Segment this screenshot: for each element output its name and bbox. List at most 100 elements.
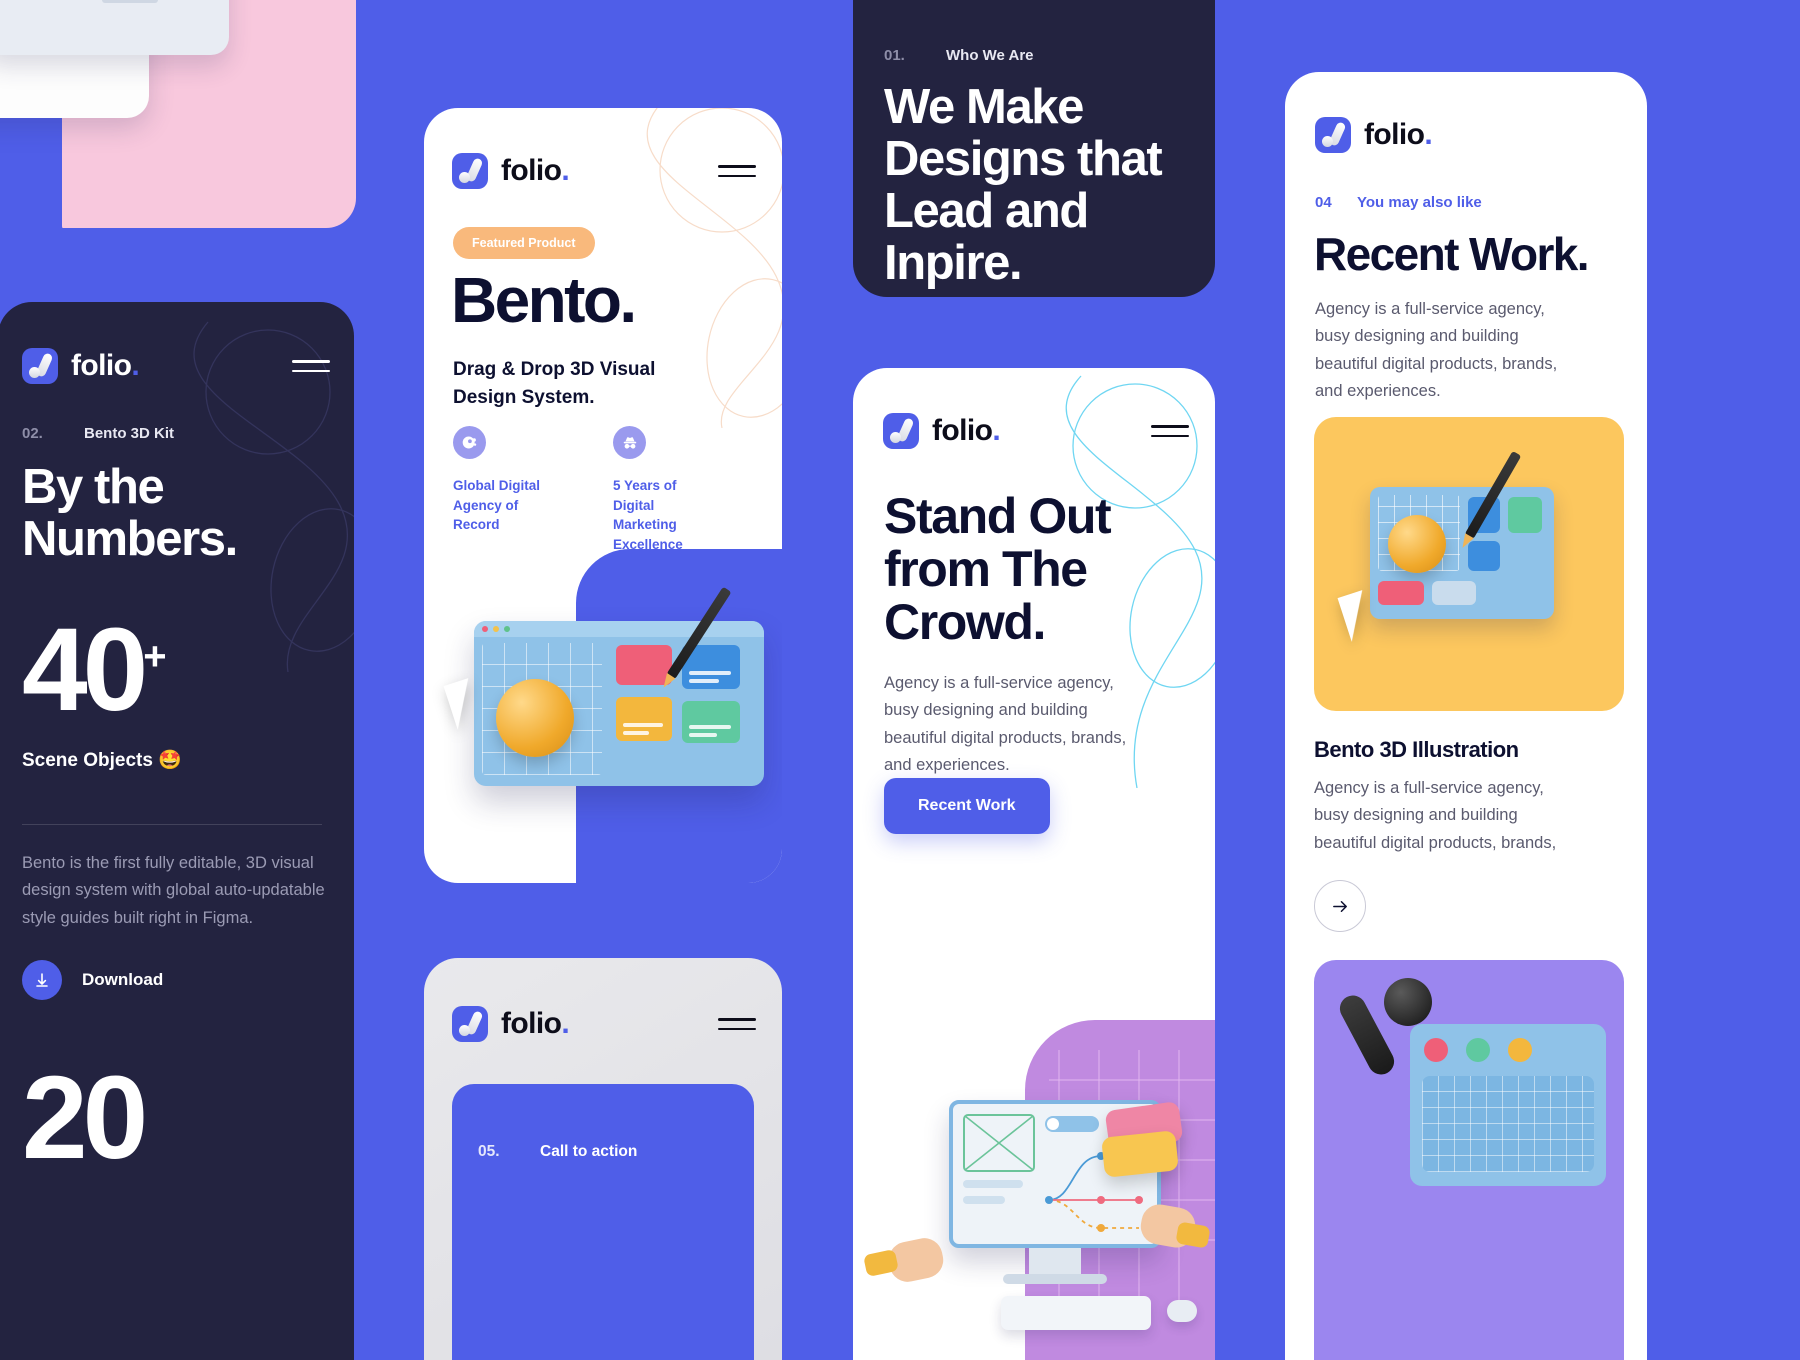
stand-heading: Stand Out from The Crowd. <box>884 488 1112 649</box>
thumb-tile-blue-2 <box>1468 541 1500 571</box>
who-we-are-card: 01. Who We Are We Make Designs that Lead… <box>853 0 1215 297</box>
thumb-sphere <box>1388 515 1446 573</box>
artwork-mouse <box>1167 1300 1197 1322</box>
window-dot <box>482 626 488 632</box>
heading-line-1: Stand Out <box>884 488 1112 544</box>
brand-logo[interactable]: folio. <box>883 413 1001 449</box>
artwork-layer-yellow <box>1101 1130 1179 1178</box>
bento-title: Bento. <box>451 264 637 336</box>
pad-button-yellow <box>1508 1038 1532 1062</box>
stand-paragraph: Agency is a full-service agency, busy de… <box>884 674 1127 775</box>
stat-superscript: + <box>143 634 167 679</box>
arrow-right-icon[interactable] <box>1314 880 1366 932</box>
eyebrow-label: You may also like <box>1357 194 1482 211</box>
brand-logo[interactable]: folio. <box>452 153 570 189</box>
bento-3d-artwork <box>424 523 782 883</box>
artwork-toggle-knob <box>1047 1118 1059 1130</box>
folio-logo-icon <box>883 413 919 449</box>
thumb-tile-red <box>1378 581 1424 605</box>
subtitle-line-2: Design System. <box>453 386 595 408</box>
by-the-numbers-card: folio. 02. Bento 3D Kit By the Numbers. … <box>0 302 354 1360</box>
stat-label: Scene Objects 🤩 <box>22 750 182 772</box>
recent-work-card: folio. 04 You may also like Recent Work.… <box>1285 72 1647 1360</box>
recent-work-button-label: Recent Work <box>918 797 1016 814</box>
hero-line <box>102 0 158 3</box>
thumb-board <box>1370 487 1554 619</box>
bento-subtitle: Drag & Drop 3D Visual Design System. <box>453 356 655 411</box>
artwork-keyboard <box>1001 1296 1151 1330</box>
numbers-paragraph: Bento is the first fully editable, 3D vi… <box>22 854 325 927</box>
heading-line-2: Designs that <box>884 131 1163 186</box>
artwork-line <box>963 1180 1023 1188</box>
download-button[interactable]: Download <box>22 960 163 1000</box>
pad-button-green <box>1466 1038 1490 1062</box>
artwork-board <box>474 621 764 786</box>
heading-line-3: Lead and <box>884 183 1089 238</box>
brand-logo[interactable]: folio. <box>22 348 140 384</box>
download-arrow-icon <box>22 960 62 1000</box>
brand-wordmark: folio. <box>501 1007 570 1040</box>
heading-line-4: Inpire. <box>884 235 1023 290</box>
hamburger-menu-icon[interactable] <box>292 360 330 372</box>
folio-logo-icon <box>22 348 58 384</box>
hamburger-menu-icon[interactable] <box>1151 425 1189 437</box>
heading-line-2: from The <box>884 541 1088 597</box>
work-thumbnail-yellow[interactable] <box>1314 417 1624 711</box>
numbers-heading: By the Numbers. <box>22 460 238 566</box>
page-canvas: folio. 02. Bento 3D Kit By the Numbers. … <box>0 0 1800 1360</box>
hero-3d-board <box>0 0 229 55</box>
brand-wordmark: folio. <box>71 349 140 382</box>
work-item-paragraph: Agency is a full-service agency, busy de… <box>1314 779 1557 852</box>
gamepad-icon <box>1410 1024 1606 1186</box>
hamburger-menu-icon[interactable] <box>718 1018 756 1030</box>
recent-work-button[interactable]: Recent Work <box>884 778 1050 834</box>
pad-grid <box>1422 1076 1594 1172</box>
artwork-tile-green <box>682 701 740 743</box>
artwork-board-topbar <box>474 621 764 637</box>
eyebrow-label: Who We Are <box>946 47 1034 64</box>
brand-wordmark: folio. <box>1364 118 1433 151</box>
heading-line-1: We Make <box>884 80 1084 134</box>
work-item-title: Bento 3D Illustration <box>1314 737 1519 762</box>
section-eyebrow: 04 You may also like <box>1315 194 1482 211</box>
subtitle-line-1: Drag & Drop 3D Visual <box>453 359 656 380</box>
brand-logo[interactable]: folio. <box>1315 117 1433 153</box>
heading-line-2: Numbers. <box>22 511 238 566</box>
artwork-sphere <box>496 679 574 757</box>
stat-value: 40 <box>22 604 148 736</box>
thumb-tile-grey <box>1432 581 1476 605</box>
artwork-tile-yellow <box>616 697 672 741</box>
window-dot <box>493 626 499 632</box>
hero-illustration-tile <box>0 0 356 228</box>
folio-logo-icon <box>452 1006 488 1042</box>
artwork-wireframe-cross <box>965 1116 1033 1170</box>
featured-product-badge: Featured Product <box>453 227 595 259</box>
work-thumbnail-purple[interactable] <box>1314 960 1624 1360</box>
incognito-icon <box>613 426 646 459</box>
stat-value-wrap: 40+ <box>22 611 182 729</box>
section-eyebrow: 01. Who We Are <box>884 47 1034 64</box>
cta-label-row: 05. Call to action <box>478 1143 637 1161</box>
cta-blue-box[interactable]: 05. Call to action <box>452 1084 754 1360</box>
pad-button-red <box>1424 1038 1448 1062</box>
hamburger-menu-icon[interactable] <box>718 165 756 177</box>
folio-logo-icon <box>452 153 488 189</box>
window-dot <box>504 626 510 632</box>
heading-line-1: By the <box>22 460 165 514</box>
folio-logo-icon <box>1315 117 1351 153</box>
stand-out-3d-artwork <box>853 1000 1215 1360</box>
eyebrow-label: Bento 3D Kit <box>84 425 174 442</box>
section-eyebrow: 02. Bento 3D Kit <box>22 425 174 442</box>
brand-logo[interactable]: folio. <box>452 1006 570 1042</box>
thumb-tile-green <box>1508 497 1542 533</box>
download-label: Download <box>82 970 164 989</box>
globe-icon <box>453 426 486 459</box>
recent-paragraph: Agency is a full-service agency, busy de… <box>1315 300 1558 401</box>
eyebrow-number: 01. <box>884 47 905 64</box>
brand-wordmark: folio. <box>932 414 1001 447</box>
bento-card: folio. Featured Product Bento. Drag & Dr… <box>424 108 782 883</box>
stat-block: 40+ Scene Objects 🤩 <box>22 611 182 772</box>
divider <box>22 824 322 825</box>
stand-out-card: folio. Stand Out from The Crowd. Agency … <box>853 368 1215 1360</box>
who-heading: We Make Designs that Lead and Inpire. <box>884 80 1194 290</box>
